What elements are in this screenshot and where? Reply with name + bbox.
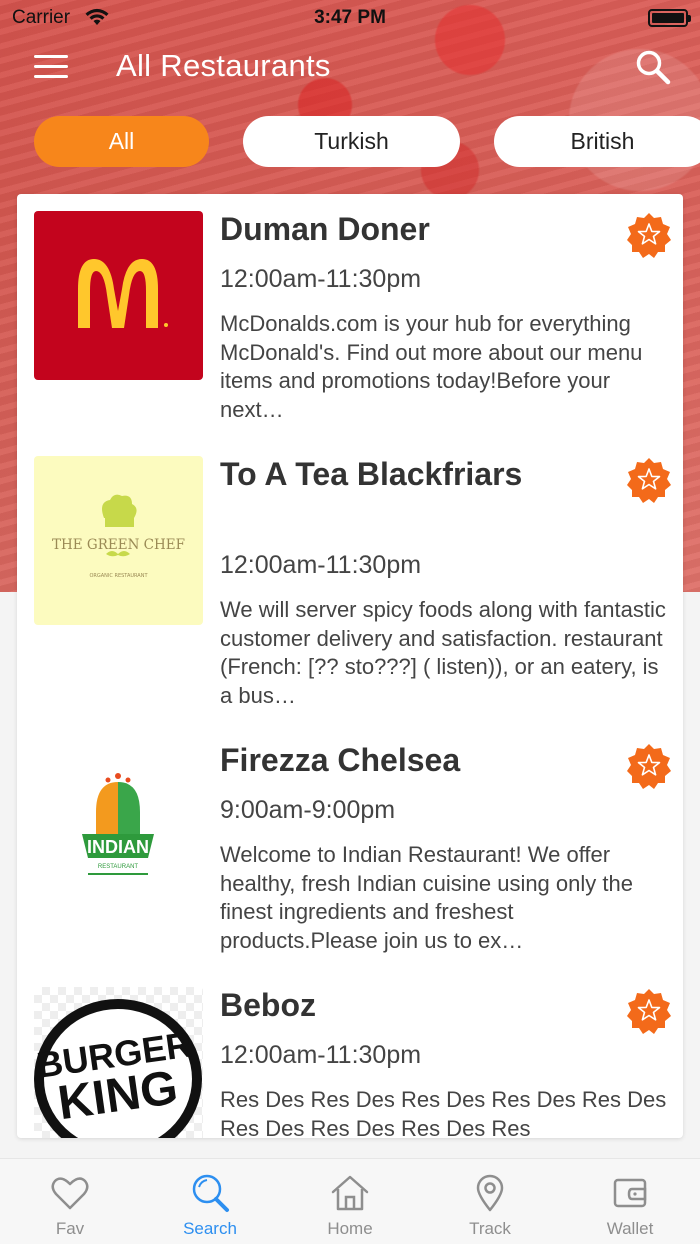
restaurant-logo: BURGER KING <box>34 987 203 1138</box>
restaurant-description: Welcome to Indian Restaurant! We offer h… <box>220 842 633 953</box>
tab-fav[interactable]: Fav <box>0 1159 140 1244</box>
tab-home[interactable]: Home <box>280 1159 420 1244</box>
logo-subtext: RESTAURANT <box>98 864 139 870</box>
nav-bar: All Restaurants <box>0 36 700 100</box>
heart-icon <box>51 1177 89 1210</box>
restaurant-name: To A Tea Blackfriars <box>220 456 523 492</box>
tab-label: Track <box>469 1219 511 1238</box>
logo-subtext: ORGANIC RESTAURANT <box>89 573 148 579</box>
favorite-star-icon[interactable] <box>626 457 672 503</box>
status-bar: Carrier 3:47 PM <box>0 0 700 36</box>
favorite-star-icon[interactable] <box>626 988 672 1034</box>
restaurant-hours: 9:00am-9:00pm <box>220 796 396 824</box>
restaurant-logo: INDIAN RESTAURANT <box>34 742 203 911</box>
filter-chip-all[interactable]: All <box>34 116 209 167</box>
bottom-tab-bar: Fav Search Home Track Wallet <box>0 1158 700 1244</box>
search-icon[interactable] <box>634 48 672 86</box>
restaurant-name: Beboz <box>220 987 316 1023</box>
restaurant-description: Res Des Res Des Res Des Res Des Res Des … <box>220 1087 667 1138</box>
filter-chip-british[interactable]: British <box>494 116 700 167</box>
restaurant-list: Duman Doner 12:00am-11:30pm McDonalds.co… <box>17 194 683 1138</box>
tab-label: Search <box>183 1219 237 1238</box>
tab-wallet[interactable]: Wallet <box>560 1159 700 1244</box>
restaurant-item[interactable]: Duman Doner 12:00am-11:30pm McDonalds.co… <box>17 194 683 439</box>
wallet-icon <box>613 1178 647 1208</box>
tab-search[interactable]: Search <box>140 1159 280 1244</box>
battery-icon <box>648 9 691 27</box>
home-icon <box>331 1175 369 1211</box>
tab-track[interactable]: Track <box>420 1159 560 1244</box>
location-pin-icon <box>476 1174 504 1212</box>
restaurant-description: We will server spicy foods along with fa… <box>220 597 666 708</box>
search-icon <box>192 1174 229 1212</box>
favorite-star-icon[interactable] <box>626 212 672 258</box>
chef-hat-icon: THE GREEN CHEF ORGANIC RESTAURANT <box>52 494 185 579</box>
restaurant-name: Duman Doner <box>220 211 430 247</box>
tab-label: Wallet <box>606 1219 654 1238</box>
page-title: All Restaurants <box>116 48 331 83</box>
logo-text: THE GREEN CHEF <box>52 537 185 553</box>
indian-restaurant-logo-icon: INDIAN RESTAURANT <box>82 773 154 875</box>
status-time: 3:47 PM <box>314 7 386 28</box>
hamburger-menu-icon[interactable] <box>34 52 68 78</box>
restaurant-logo <box>34 211 203 380</box>
restaurant-item[interactable]: BURGER KING Beboz 12:00am-11:30pm Res De… <box>17 970 683 1138</box>
mcdonalds-logo-icon <box>78 259 168 328</box>
restaurant-item[interactable]: INDIAN RESTAURANT Firezza Chelsea 9:00am… <box>17 725 683 970</box>
restaurant-hours: 12:00am-11:30pm <box>220 265 422 293</box>
restaurant-hours: 12:00am-11:30pm <box>220 1041 422 1069</box>
restaurant-logo: THE GREEN CHEF ORGANIC RESTAURANT <box>34 456 203 625</box>
restaurant-item[interactable]: THE GREEN CHEF ORGANIC RESTAURANT To A T… <box>17 439 683 708</box>
burger-king-logo-icon: BURGER KING <box>34 999 202 1138</box>
favorite-star-icon[interactable] <box>626 743 672 789</box>
tab-label: Home <box>327 1219 373 1238</box>
filter-chip-turkish[interactable]: Turkish <box>243 116 460 167</box>
restaurant-hours: 12:00am-11:30pm <box>220 551 422 579</box>
category-filter-bar: All Turkish British <box>0 116 700 168</box>
logo-text: INDIAN <box>87 837 149 857</box>
restaurant-name: Firezza Chelsea <box>220 742 461 778</box>
tab-label: Fav <box>55 1219 85 1238</box>
restaurant-description: McDonalds.com is your hub for everything… <box>220 311 643 422</box>
